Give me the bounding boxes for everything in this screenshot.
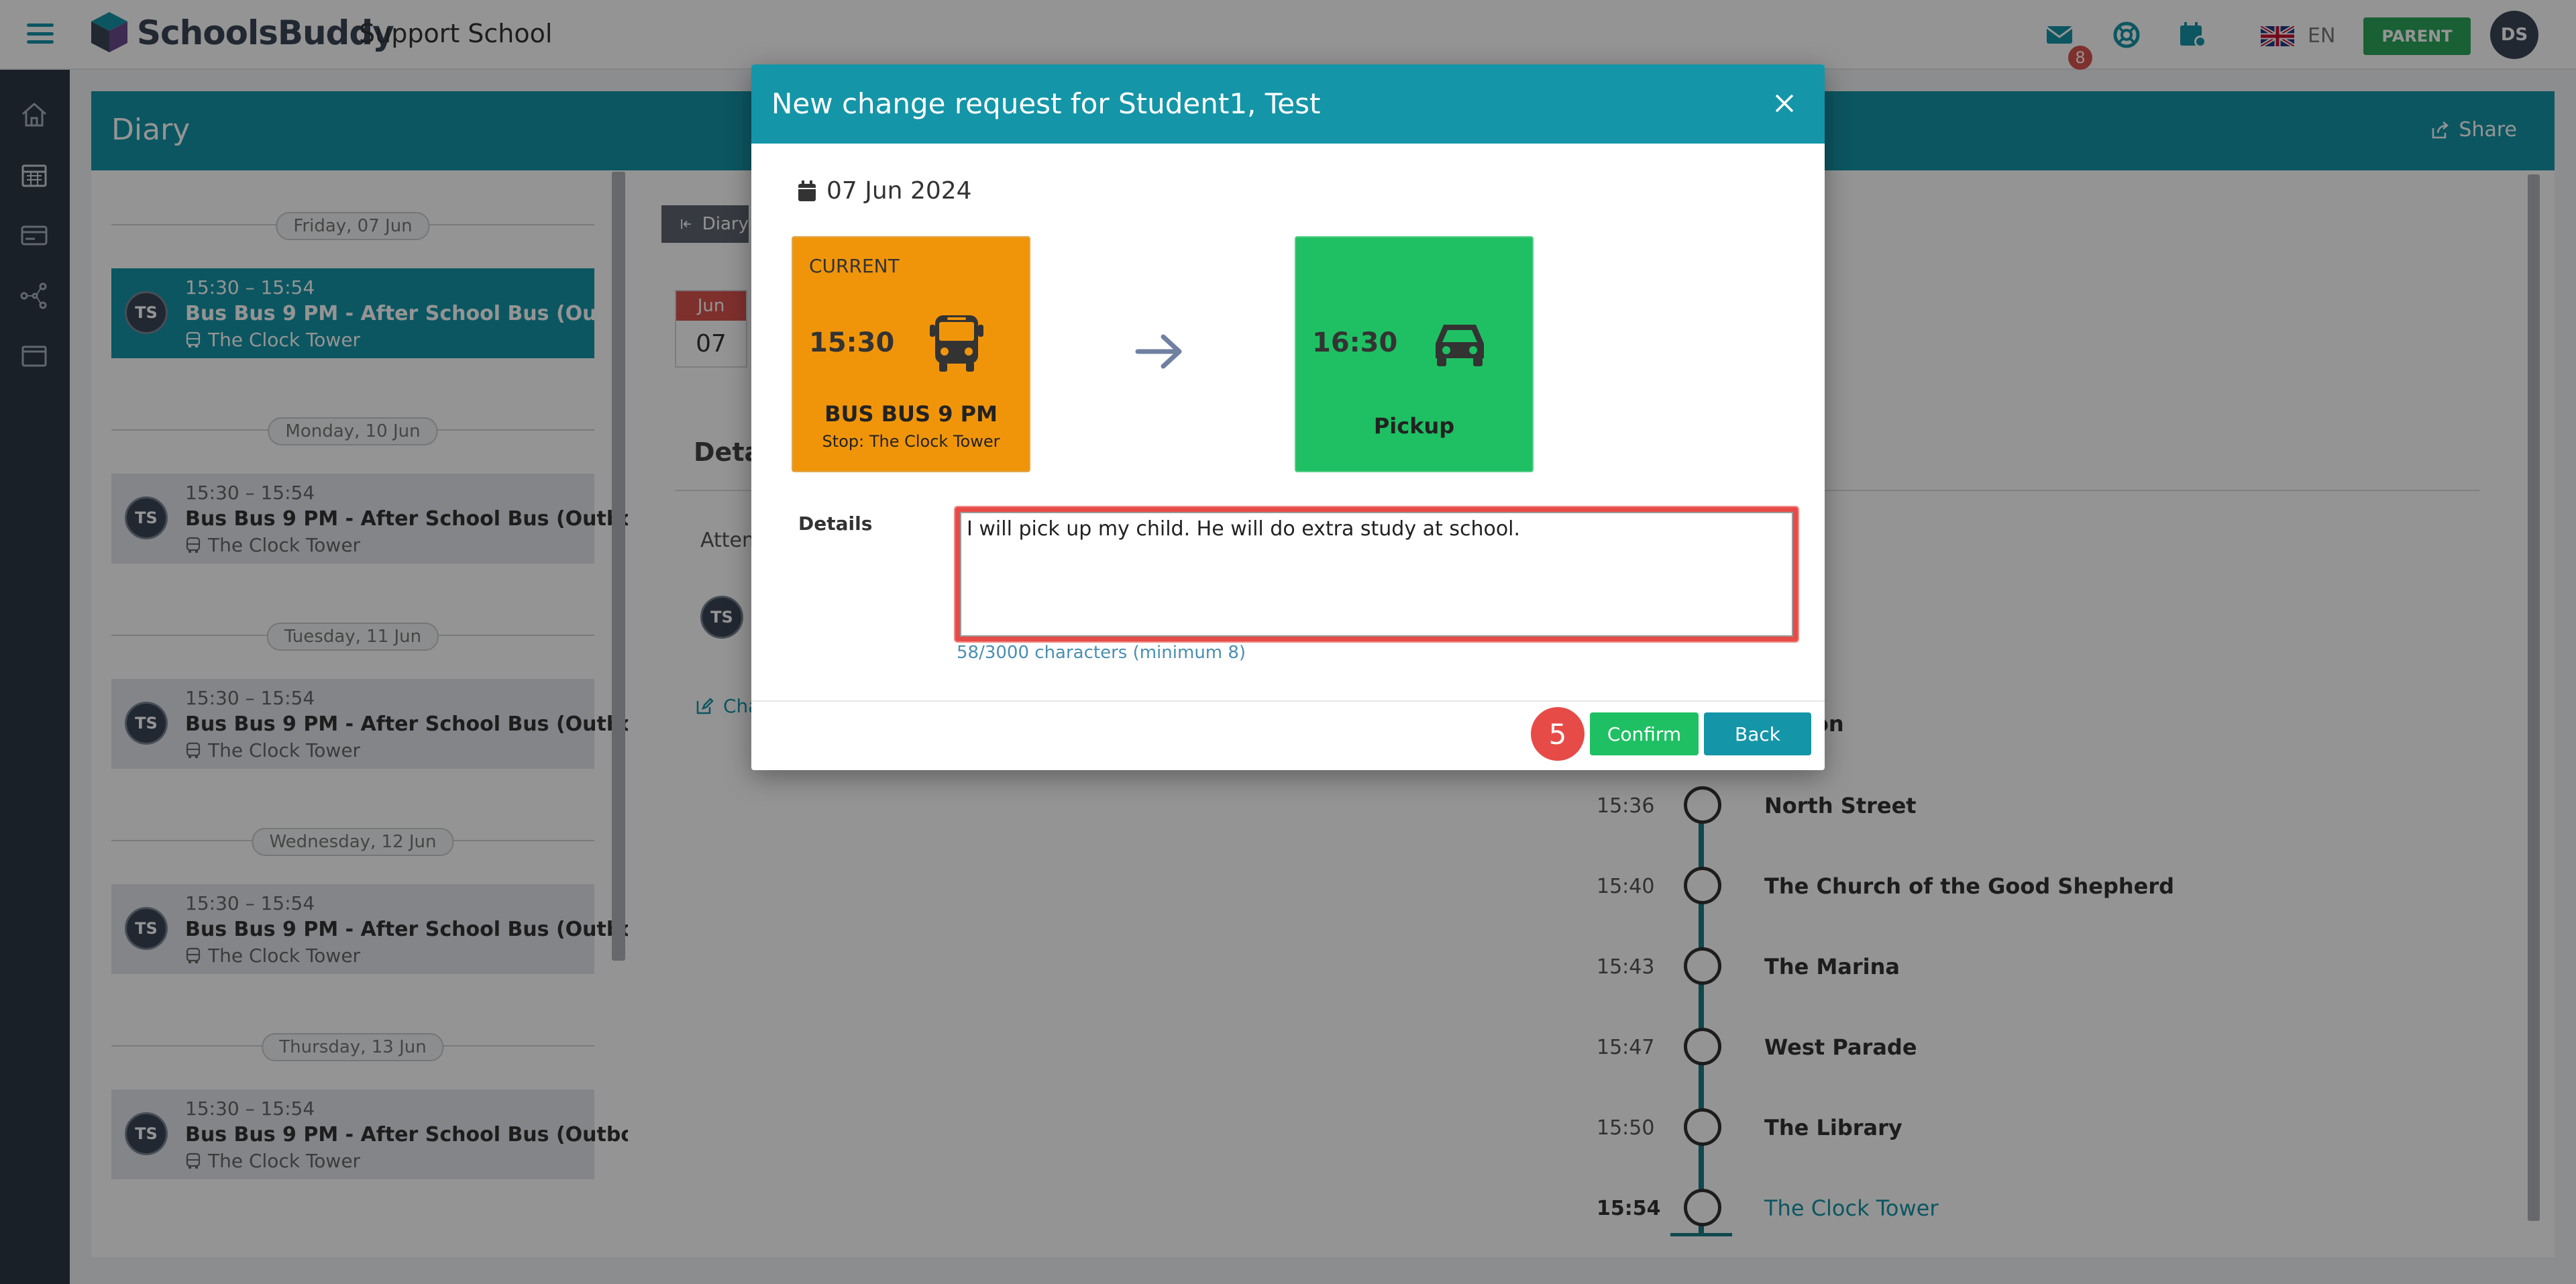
back-button[interactable]: Back xyxy=(1704,712,1811,755)
current-time: 15:30 xyxy=(809,327,895,358)
details-textarea[interactable] xyxy=(960,512,1793,637)
request-date-text: 07 Jun 2024 xyxy=(826,177,972,205)
current-transport-name: BUS BUS 9 PM xyxy=(824,401,998,427)
current-transport-card: CURRENT 15:30 BUS BUS 9 PM Stop: The Clo… xyxy=(792,236,1030,472)
character-count: 58/3000 characters (minimum 8) xyxy=(957,643,1246,663)
request-date: 07 Jun 2024 xyxy=(797,177,972,205)
current-label: CURRENT xyxy=(809,255,900,277)
change-request-modal: New change request for Student1, Test 07… xyxy=(751,64,1825,770)
modal-title: New change request for Student1, Test xyxy=(771,87,1321,120)
arrow-right-icon xyxy=(1135,334,1182,369)
details-highlight xyxy=(955,507,1798,641)
close-icon[interactable] xyxy=(1771,90,1798,117)
new-transport-name: Pickup xyxy=(1373,413,1455,439)
modal-header: New change request for Student1, Test xyxy=(751,64,1825,144)
details-label: Details xyxy=(798,513,873,535)
step-number-badge: 5 xyxy=(1531,707,1585,761)
current-stop: Stop: The Clock Tower xyxy=(822,432,1000,451)
car-icon xyxy=(1436,325,1484,366)
new-time: 16:30 xyxy=(1312,327,1398,358)
new-transport-card: 16:30 Pickup xyxy=(1295,236,1534,472)
bus-icon xyxy=(930,315,983,372)
calendar-icon xyxy=(798,180,816,201)
confirm-button[interactable]: Confirm xyxy=(1590,712,1699,755)
modal-footer-divider xyxy=(751,700,1825,702)
